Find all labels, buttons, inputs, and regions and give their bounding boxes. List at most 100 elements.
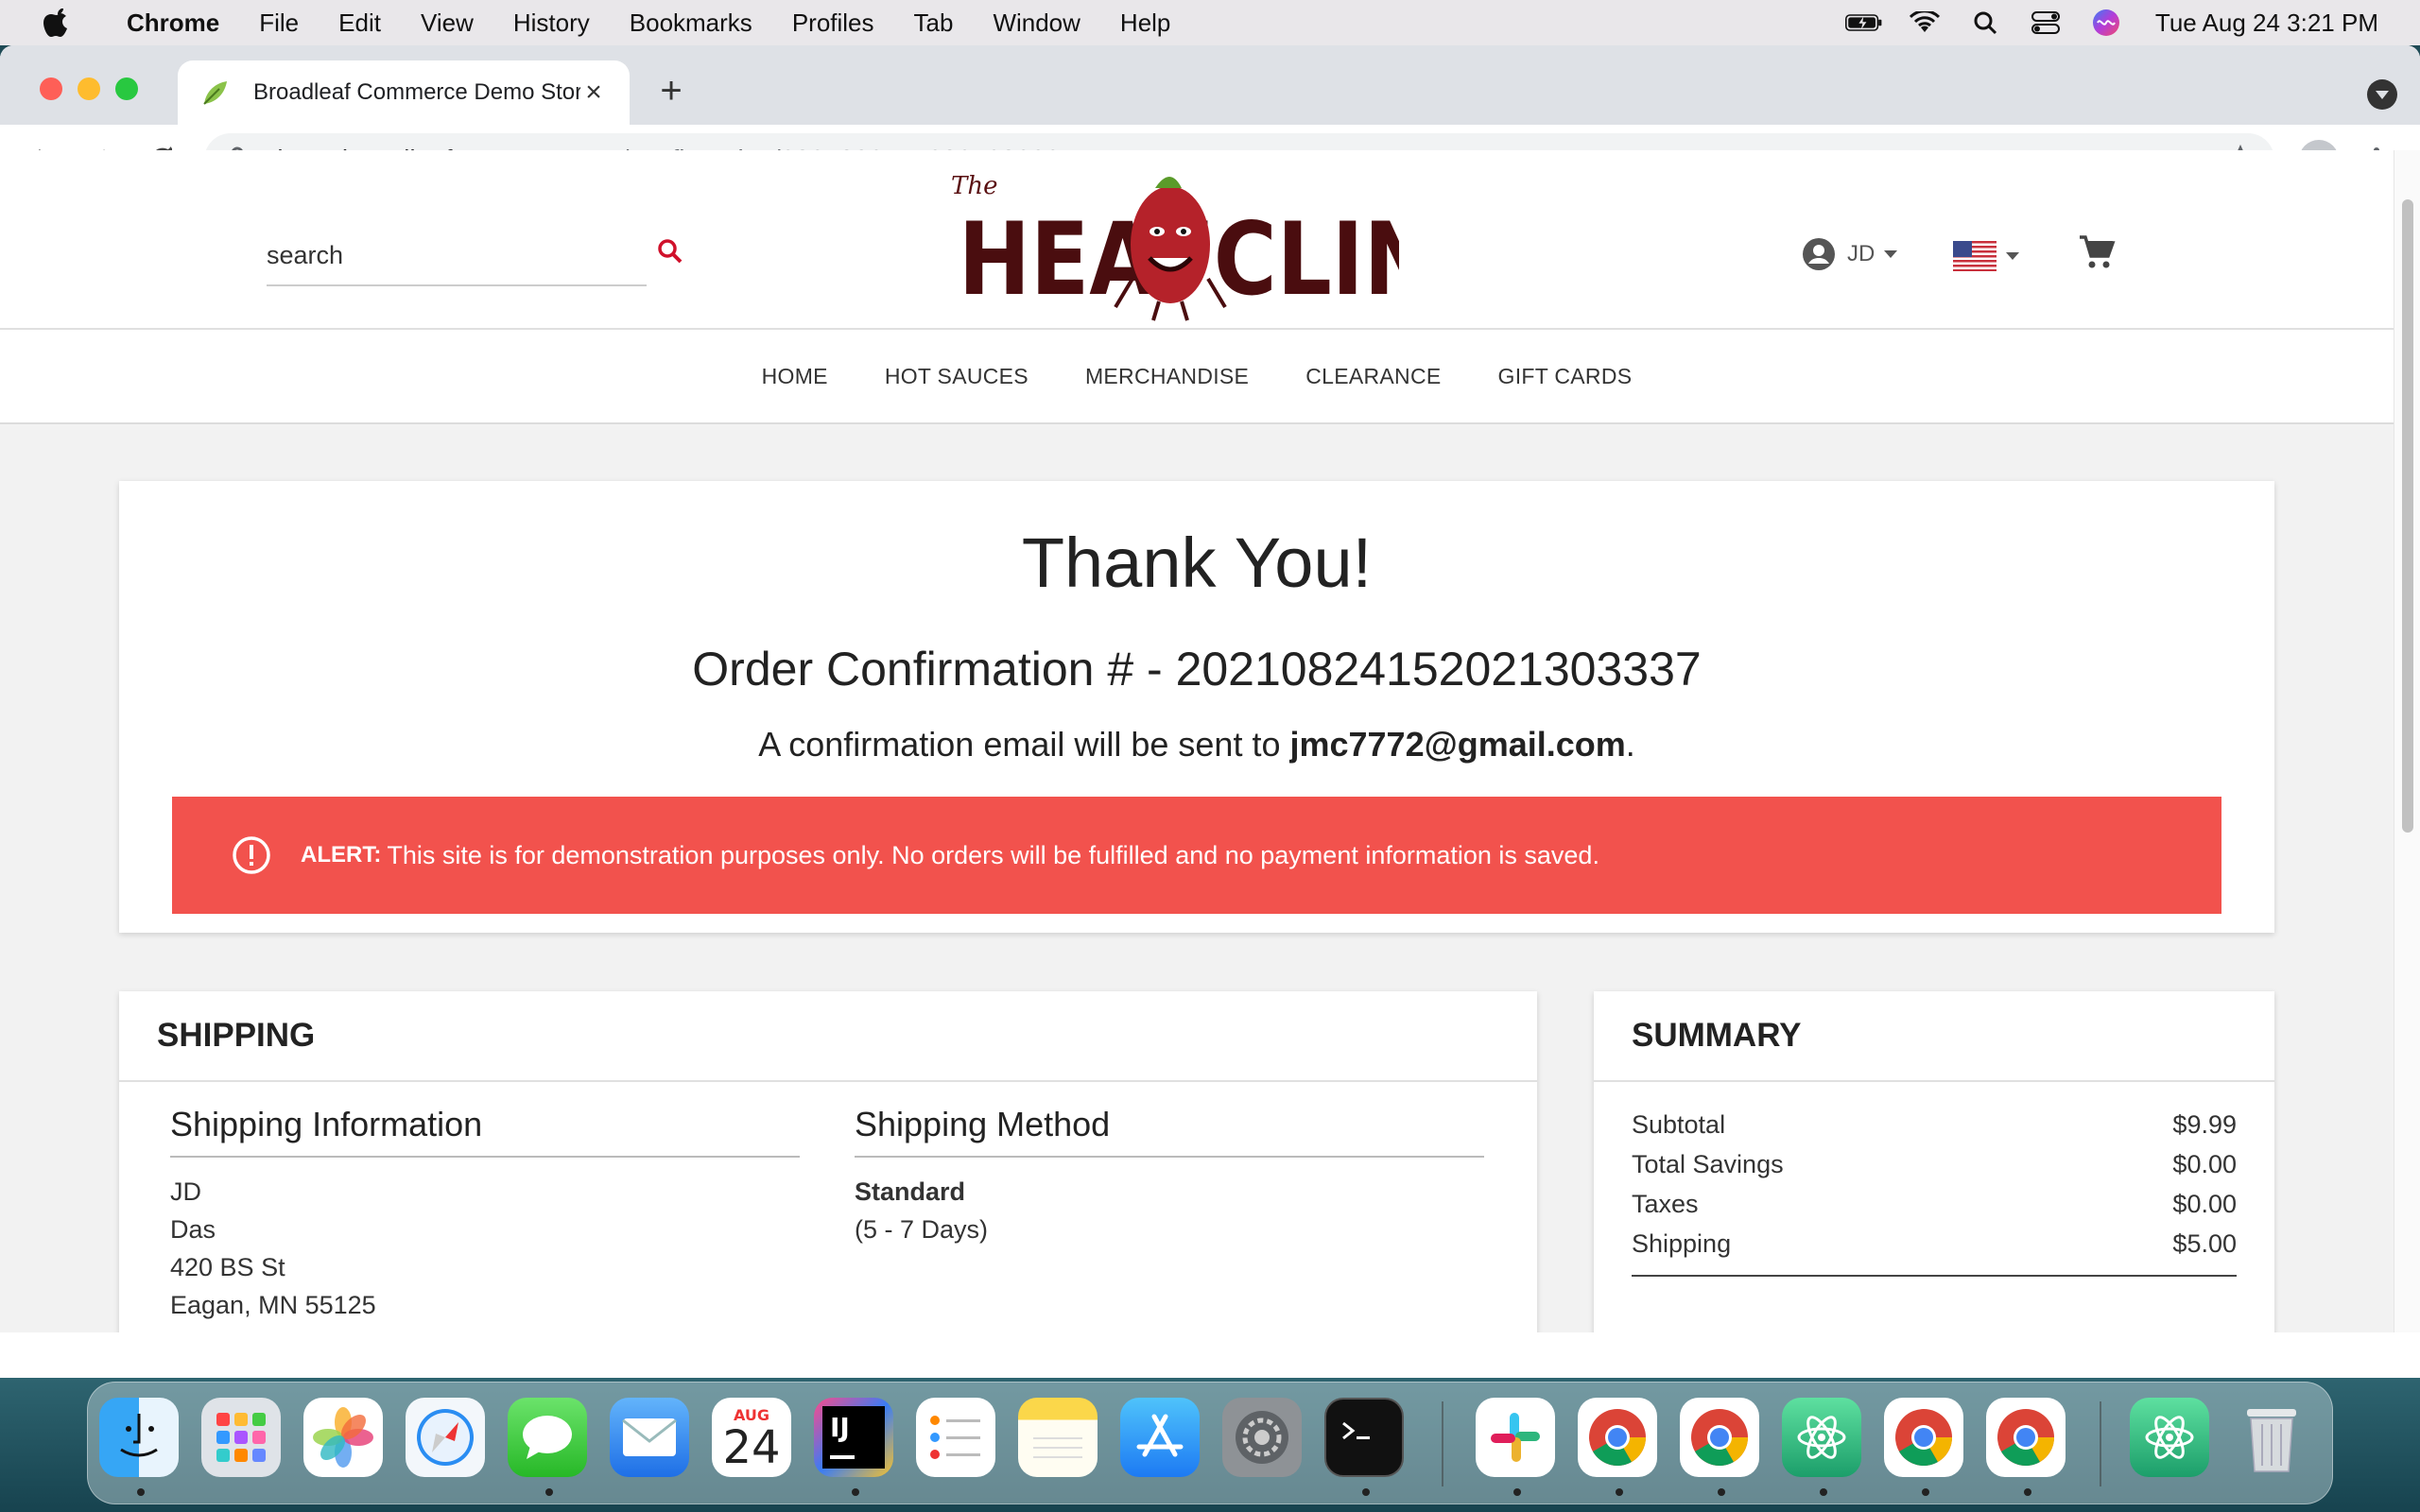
mail-icon[interactable] (610, 1398, 689, 1477)
menu-bookmarks[interactable]: Bookmarks (630, 9, 752, 38)
system-preferences-icon[interactable] (1222, 1398, 1302, 1477)
launchpad-icon[interactable] (201, 1398, 281, 1477)
menu-history[interactable]: History (513, 9, 590, 38)
photos-icon[interactable] (303, 1398, 383, 1477)
svg-text:CLINIC: CLINIC (1214, 201, 1399, 318)
minimize-window-button[interactable] (78, 77, 100, 100)
menubar-clock[interactable]: Tue Aug 24 3:21 PM (2155, 9, 2378, 38)
shipping-method: Shipping Method Standard (5 - 7 Days) (855, 1105, 1484, 1248)
locale-selector[interactable] (1953, 239, 2019, 273)
page-title: Thank You! (1021, 524, 1373, 602)
summary-value: $0.00 (2172, 1150, 2237, 1178)
wifi-icon[interactable] (1906, 4, 1944, 42)
email-suffix: . (1625, 725, 1635, 764)
order-number: 20210824152021303337 (1175, 643, 1702, 696)
running-indicator (545, 1488, 553, 1496)
slack-icon[interactable] (1476, 1398, 1555, 1477)
app-store-icon[interactable] (1120, 1398, 1200, 1477)
running-indicator (1513, 1488, 1521, 1496)
running-indicator (2024, 1488, 2031, 1496)
site-header: The HEAT CLINIC JD (0, 150, 2394, 330)
summary-heading: SUMMARY (1594, 991, 2274, 1082)
macos-menu-bar: Chrome File Edit View History Bookmarks … (0, 0, 2420, 45)
summary-row-total-savings: Total Savings $0.00 (1632, 1150, 2237, 1179)
control-center-icon[interactable] (2027, 4, 2065, 42)
tab-title: Broadleaf Commerce Demo Store (253, 79, 580, 105)
reminders-icon[interactable] (916, 1398, 995, 1477)
nav-hot-sauces[interactable]: HOT SAUCES (885, 364, 1028, 389)
menu-profiles[interactable]: Profiles (792, 9, 874, 38)
search-icon[interactable] (656, 237, 686, 267)
account-menu[interactable]: JD (1802, 233, 1898, 275)
chrome-icon[interactable] (1884, 1398, 1963, 1477)
close-window-button[interactable] (40, 77, 62, 100)
account-label: JD (1847, 241, 1876, 266)
menu-tab[interactable]: Tab (914, 9, 954, 38)
page-scrollbar[interactable] (2394, 150, 2420, 1332)
shipping-method-heading: Shipping Method (855, 1105, 1484, 1158)
us-flag-icon (1953, 241, 1996, 271)
running-indicator (1820, 1488, 1827, 1496)
nav-gift-cards[interactable]: GIFT CARDS (1498, 364, 1633, 389)
chrome-icon[interactable] (1986, 1398, 2066, 1477)
summary-row-subtotal: Subtotal $9.99 (1632, 1110, 2237, 1140)
summary-label: Taxes (1632, 1190, 1699, 1218)
menu-view[interactable]: View (421, 9, 474, 38)
shipping-method-name: Standard (855, 1177, 966, 1206)
menu-help[interactable]: Help (1120, 9, 1170, 38)
running-indicator (137, 1488, 145, 1496)
svg-text:The: The (951, 172, 997, 200)
alert-circle-icon (231, 834, 272, 876)
search-input[interactable] (267, 233, 607, 270)
intellij-icon[interactable]: IJ (814, 1398, 893, 1477)
trash-icon[interactable] (2232, 1398, 2311, 1477)
menu-app-name[interactable]: Chrome (127, 9, 219, 38)
address-line: Das (170, 1215, 216, 1244)
summary-row-taxes: Taxes $0.00 (1632, 1190, 2237, 1219)
shipping-method-detail: (5 - 7 Days) (855, 1215, 989, 1244)
atom-icon[interactable] (1782, 1398, 1861, 1477)
nav-home[interactable]: HOME (762, 364, 828, 389)
search-field-wrapper (267, 233, 647, 286)
scrollbar-thumb[interactable] (2402, 199, 2413, 833)
apple-logo-icon[interactable] (38, 4, 76, 42)
menu-window[interactable]: Window (993, 9, 1080, 38)
messages-icon[interactable] (508, 1398, 587, 1477)
battery-icon[interactable] (1844, 4, 1883, 42)
chrome-icon[interactable] (1578, 1398, 1657, 1477)
siri-icon[interactable] (2087, 4, 2125, 42)
alert-message: This site is for demonstration purposes … (387, 840, 1599, 869)
calendar-day: 24 (722, 1420, 781, 1474)
summary-value: $9.99 (2172, 1110, 2237, 1139)
heat-clinic-logo[interactable]: The HEAT CLINIC (945, 162, 1531, 322)
nav-merchandise[interactable]: MERCHANDISE (1085, 364, 1249, 389)
shipping-heading: SHIPPING (119, 991, 1537, 1082)
menu-edit[interactable]: Edit (338, 9, 381, 38)
notes-icon[interactable] (1018, 1398, 1098, 1477)
finder-icon[interactable] (99, 1398, 179, 1477)
chrome-icon[interactable] (1680, 1398, 1759, 1477)
summary-value: $0.00 (2172, 1190, 2237, 1218)
web-page: The HEAT CLINIC JD (0, 150, 2394, 1332)
nav-clearance[interactable]: CLEARANCE (1305, 364, 1441, 389)
close-tab-icon[interactable]: × (580, 77, 607, 108)
shopping-cart-icon[interactable] (2078, 233, 2119, 275)
address-line: 420 BS St (170, 1253, 285, 1281)
order-confirmation-number: Order Confirmation # - 20210824152021303… (119, 642, 2274, 696)
email-prefix: A confirmation email will be sent to (758, 725, 1290, 764)
atom-icon[interactable] (2130, 1398, 2209, 1477)
leaf-favicon-icon (200, 77, 231, 108)
browser-tab-active[interactable]: Broadleaf Commerce Demo Store × (178, 60, 630, 125)
shipping-card: SHIPPING Shipping Information JD Das 420… (119, 991, 1537, 1332)
new-tab-button[interactable]: + (652, 72, 690, 110)
calendar-icon[interactable]: AUG 24 (712, 1398, 791, 1477)
terminal-icon[interactable] (1324, 1398, 1404, 1477)
tab-search-button[interactable] (2367, 79, 2397, 110)
zoom-window-button[interactable] (115, 77, 138, 100)
spotlight-search-icon[interactable] (1966, 4, 2004, 42)
safari-icon[interactable] (406, 1398, 485, 1477)
menu-file[interactable]: File (259, 9, 299, 38)
summary-label: Shipping (1632, 1229, 1732, 1258)
summary-row-shipping: Shipping $5.00 (1632, 1229, 2237, 1259)
summary-value: $5.00 (2172, 1229, 2237, 1258)
